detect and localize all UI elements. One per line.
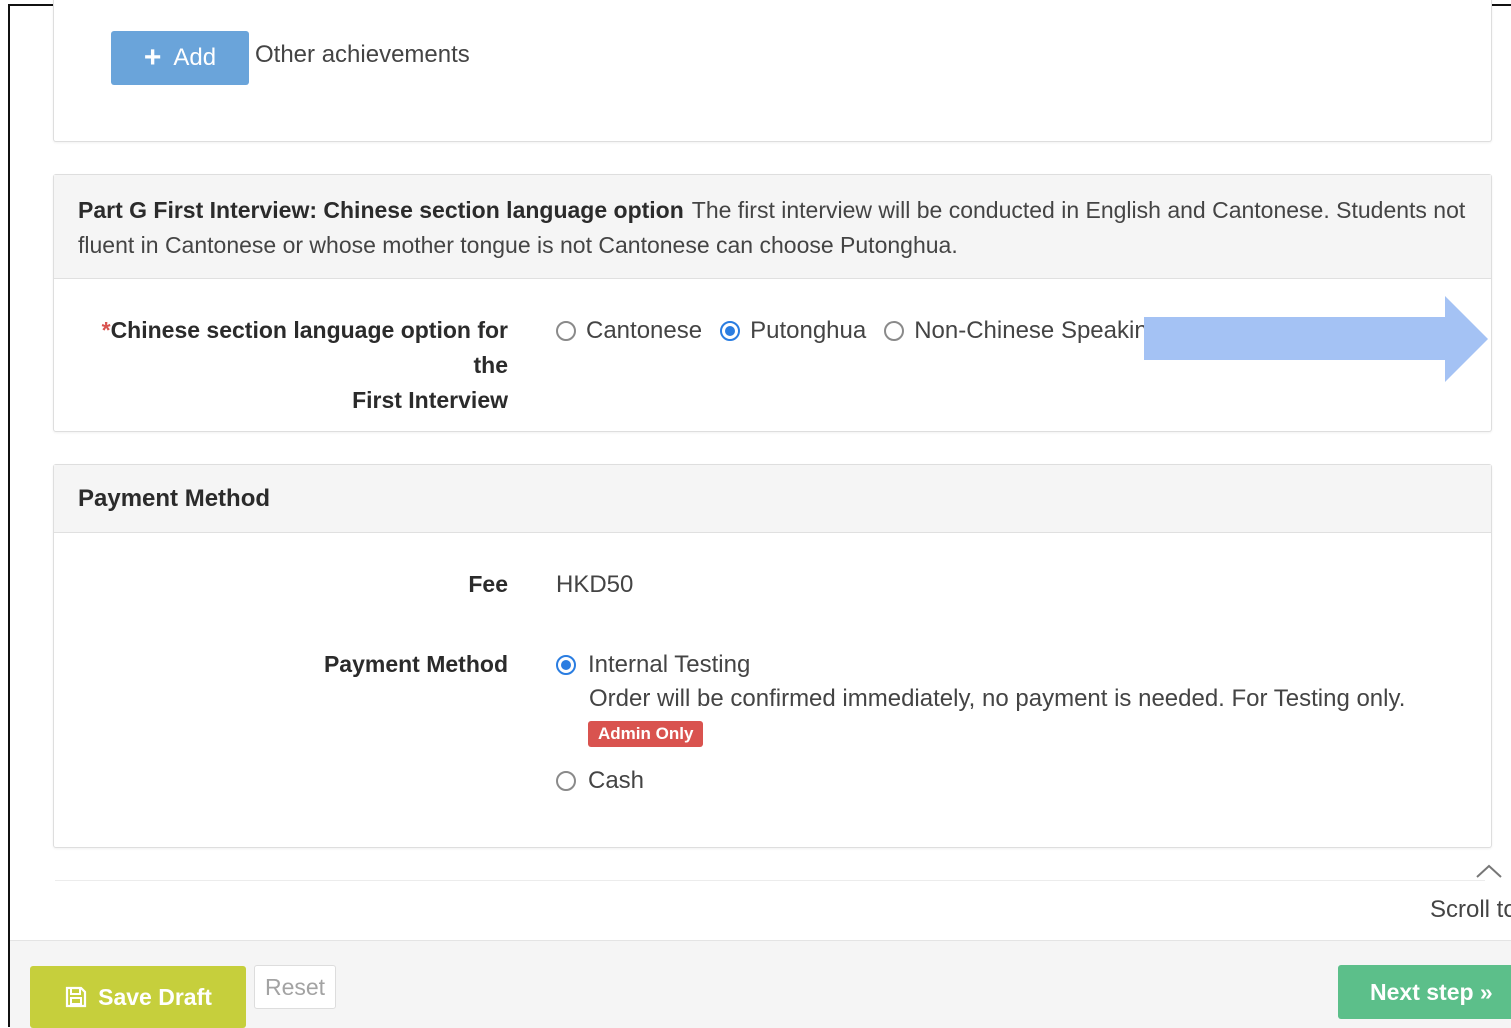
- option-cantonese[interactable]: Cantonese: [556, 313, 702, 348]
- language-question-label: *Chinese section language option for the…: [68, 313, 508, 418]
- fee-value: HKD50: [556, 571, 634, 598]
- payment-method-label: Payment Method: [323, 651, 508, 677]
- add-button-label: Add: [173, 44, 217, 71]
- required-marker: *: [101, 317, 111, 343]
- footer-bar: Save Draft Reset Next step »: [10, 940, 1511, 1028]
- internal-testing-description: Order will be confirmed immediately, no …: [589, 685, 1406, 712]
- add-achievement-button[interactable]: + Add: [111, 31, 249, 85]
- option-cantonese-label: Cantonese: [586, 317, 703, 344]
- save-draft-button[interactable]: Save Draft: [30, 966, 246, 1028]
- radio-putonghua[interactable]: [720, 320, 741, 341]
- payment-header: Payment Method: [54, 465, 1491, 533]
- radio-internal-testing[interactable]: [556, 655, 576, 675]
- save-draft-label: Save Draft: [98, 983, 212, 1010]
- chevron-up-icon[interactable]: [1474, 862, 1504, 880]
- option-cash[interactable]: Cash: [556, 767, 644, 795]
- radio-cantonese[interactable]: [556, 320, 576, 341]
- option-cash-label: Cash: [588, 767, 645, 794]
- achievements-card: + Add Other achievements: [53, 0, 1492, 142]
- reset-button[interactable]: Reset: [254, 965, 336, 1009]
- language-question-line1: Chinese section language option for the: [110, 317, 508, 378]
- radio-cash[interactable]: [556, 771, 576, 791]
- option-non-chinese[interactable]: Non-Chinese Speaking: [884, 313, 1161, 348]
- radio-non-chinese[interactable]: [884, 320, 905, 341]
- scroll-to-top-link[interactable]: Scroll to: [1430, 896, 1511, 924]
- content-divider: [55, 880, 1485, 881]
- plus-icon: +: [143, 41, 162, 74]
- admin-only-badge: Admin Only: [588, 721, 704, 747]
- language-question-line2: First Interview: [352, 387, 508, 413]
- floppy-disk-icon: [66, 986, 87, 1008]
- option-putonghua[interactable]: Putonghua: [720, 313, 866, 348]
- option-putonghua-label: Putonghua: [750, 317, 867, 344]
- language-options: Cantonese Putonghua Non-Chinese Speaking: [556, 313, 1165, 348]
- next-step-button[interactable]: Next step »: [1338, 965, 1511, 1019]
- part-g-title: Part G First Interview: Chinese section …: [78, 197, 684, 223]
- payment-card: Payment Method Fee HKD50 Payment Method …: [53, 464, 1492, 848]
- option-internal-testing[interactable]: Internal Testing: [556, 651, 750, 679]
- other-achievements-label: Other achievements: [255, 41, 470, 68]
- option-internal-testing-label: Internal Testing: [588, 651, 751, 678]
- part-g-header: Part G First Interview: Chinese section …: [54, 175, 1491, 279]
- fee-label: Fee: [468, 571, 508, 597]
- annotation-arrow-icon: [1144, 296, 1488, 382]
- option-non-chinese-label: Non-Chinese Speaking: [914, 317, 1162, 344]
